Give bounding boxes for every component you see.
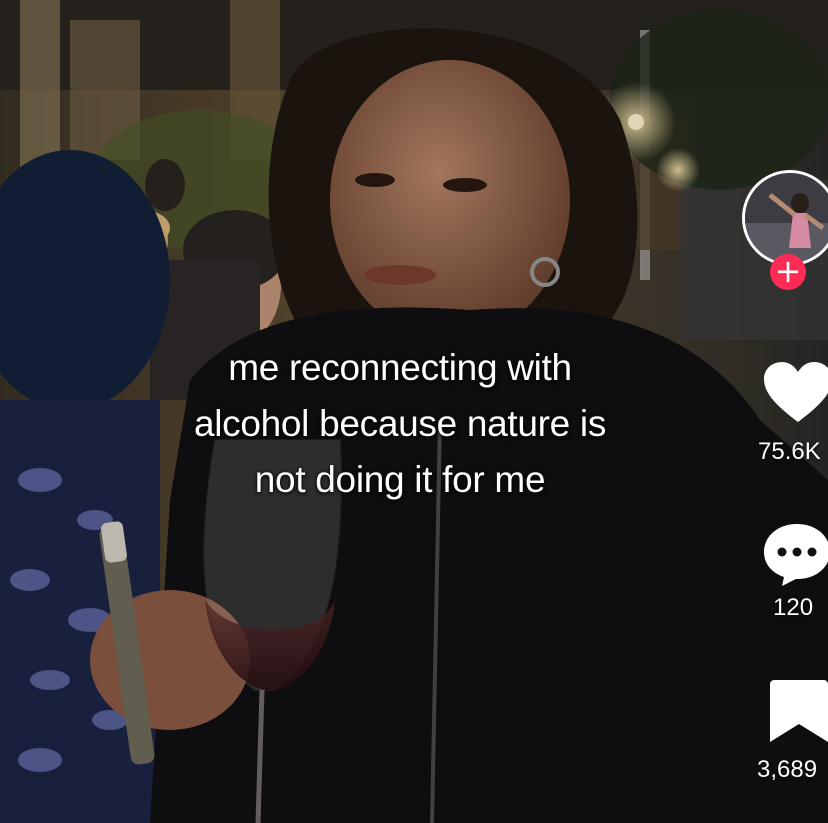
comment-count: 120 <box>773 594 814 621</box>
comment-bubble-icon <box>764 524 828 586</box>
save-count: 3,689 <box>757 756 818 783</box>
like-count: 75.6K <box>758 438 821 465</box>
creator-avatar-group: + <box>742 170 828 290</box>
save-button[interactable] <box>770 680 828 744</box>
bookmark-icon <box>770 680 828 742</box>
caption-line-2: alcohol because nature is <box>193 403 607 444</box>
caption-line-3: not doing it for me <box>254 459 546 500</box>
plus-icon: + <box>774 252 802 290</box>
caption-line-1: me reconnecting with <box>228 347 572 388</box>
follow-button[interactable]: + <box>770 254 806 290</box>
video-caption: me reconnecting with alcohol because nat… <box>110 340 690 508</box>
video-feed-screen: me reconnecting with alcohol because nat… <box>0 0 828 823</box>
like-button[interactable] <box>764 362 828 426</box>
heart-icon <box>764 362 828 422</box>
comment-button[interactable] <box>762 522 828 588</box>
